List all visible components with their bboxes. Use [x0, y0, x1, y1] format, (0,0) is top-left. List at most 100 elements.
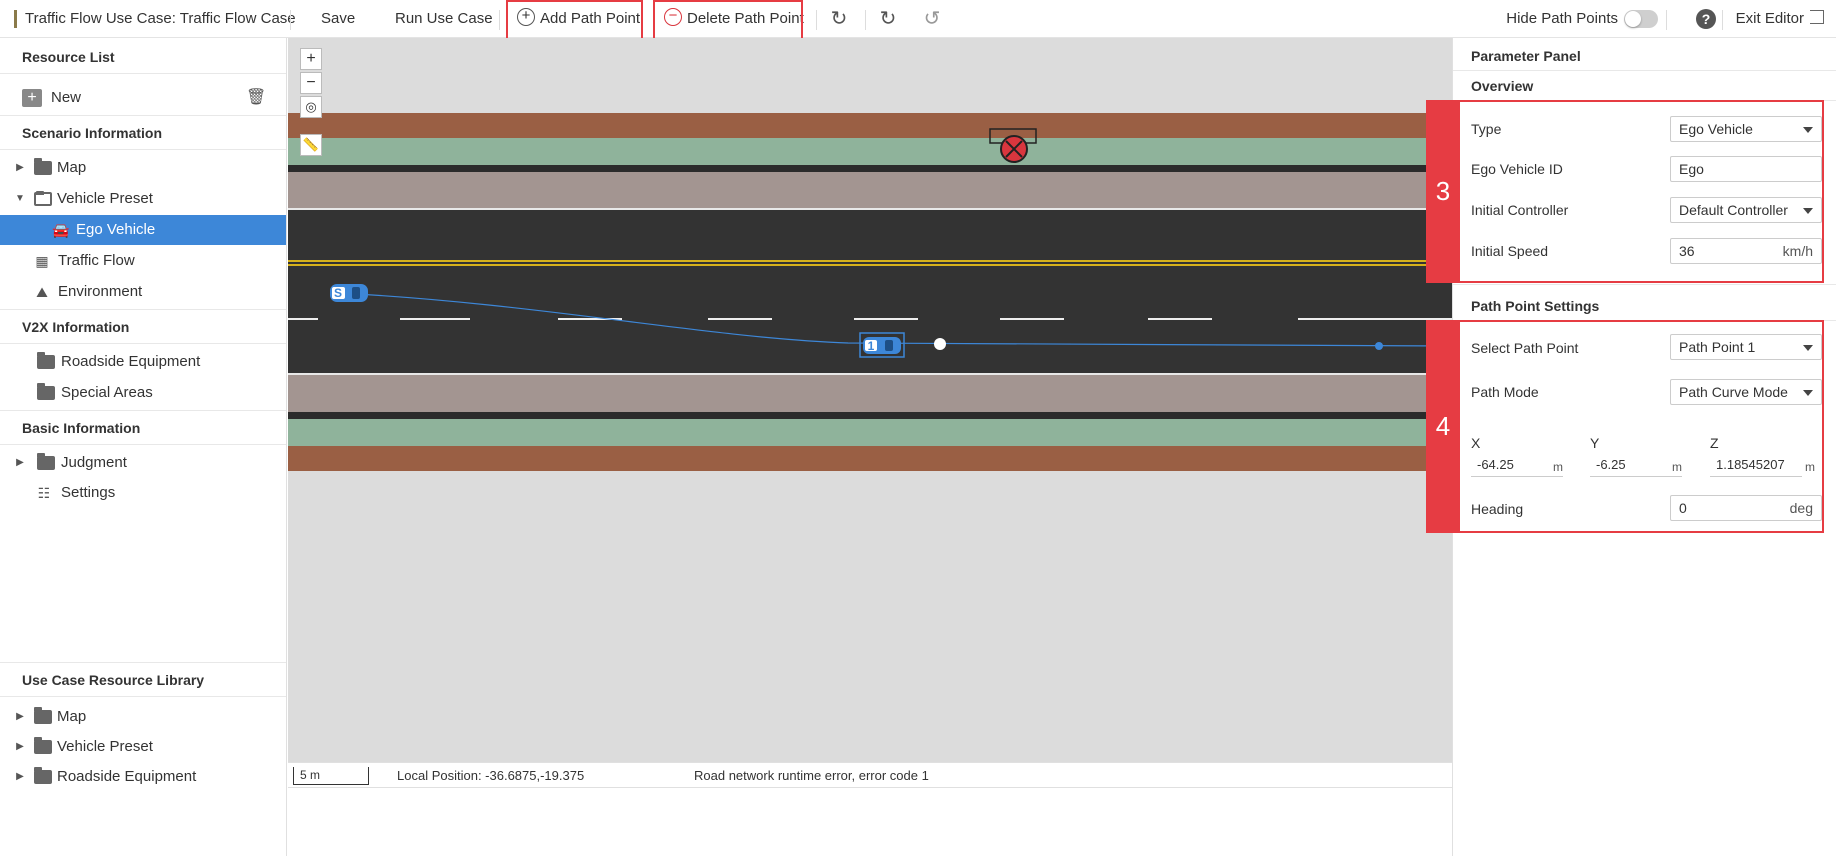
tree-item-environment[interactable]: ⛰ Environment	[0, 277, 286, 307]
hide-path-points-toggle[interactable]	[1624, 10, 1658, 28]
tree-item-lib-roadside[interactable]: ▶ Roadside Equipment	[0, 762, 286, 792]
tree-item-lib-map[interactable]: ▶ Map	[0, 702, 286, 732]
help-icon[interactable]: ?	[1696, 9, 1716, 29]
path-point-1-label: 1	[868, 339, 875, 353]
zoom-in-button[interactable]: +	[300, 48, 322, 70]
tree-item-settings[interactable]: ☷ Settings	[0, 478, 286, 508]
y-label: Y	[1590, 435, 1600, 451]
undo-icon[interactable]: ↺	[921, 8, 943, 30]
divider	[1666, 10, 1667, 30]
scenario-info-header: Scenario Information	[0, 116, 286, 150]
road-scene: S 1	[288, 113, 1452, 471]
add-path-point-button[interactable]: + Add Path Point	[517, 0, 640, 38]
tree-item-lib-vehicle-preset[interactable]: ▶ Vehicle Preset	[0, 732, 286, 762]
environment-icon: ⛰	[36, 284, 48, 300]
divider	[1453, 320, 1836, 321]
z-unit: m	[1805, 460, 1815, 474]
tree-item-label: Traffic Flow	[58, 252, 135, 269]
add-icon[interactable]: +	[22, 89, 42, 107]
controller-label: Initial Controller	[1471, 202, 1569, 218]
x-field[interactable]: -64.25	[1471, 453, 1563, 477]
tree-item-label: Special Areas	[61, 384, 153, 401]
controller-select[interactable]: Default Controller	[1670, 197, 1822, 223]
speed-label: Initial Speed	[1471, 243, 1549, 259]
tree-item-label: Judgment	[61, 454, 127, 471]
caret-right-icon[interactable]: ▶	[15, 732, 25, 762]
sidewalk	[288, 375, 1452, 412]
speed-unit: km/h	[1782, 243, 1813, 259]
tree-item-label: Ego Vehicle	[76, 221, 156, 238]
divider	[1722, 10, 1723, 30]
curb	[288, 412, 1452, 419]
divider	[816, 10, 817, 30]
tree-item-label: Roadside Equipment	[61, 353, 201, 370]
parameter-panel-title: Parameter Panel	[1471, 48, 1581, 64]
tree-item-traffic-flow[interactable]: ▦ Traffic Flow	[0, 246, 286, 276]
tree-item-roadside-equipment[interactable]: Roadside Equipment	[0, 347, 286, 377]
type-select[interactable]: Ego Vehicle	[1670, 116, 1822, 142]
dirt-strip	[288, 446, 1452, 471]
tree-item-vehicle-preset[interactable]: ▼ Vehicle Preset	[0, 184, 286, 214]
plus-circle-icon: +	[517, 8, 535, 27]
resource-list-header: Resource List	[0, 40, 286, 74]
speed-value: 36	[1679, 243, 1695, 259]
recenter-icon[interactable]: ◎	[300, 96, 322, 118]
zoom-out-button[interactable]: −	[300, 72, 322, 94]
y-unit: m	[1672, 460, 1682, 474]
basic-info-header: Basic Information	[0, 411, 286, 445]
ego-id-label: Ego Vehicle ID	[1471, 161, 1563, 177]
select-path-point-label: Select Path Point	[1471, 340, 1579, 356]
speed-field[interactable]: 36 km/h	[1670, 238, 1822, 264]
caret-right-icon[interactable]: ▶	[15, 153, 25, 183]
delete-path-point-label: Delete Path Point	[687, 10, 804, 27]
caret-right-icon[interactable]: ▶	[15, 702, 25, 732]
v2x-info-header: V2X Information	[0, 310, 286, 344]
local-position: Local Position: -36.6875,-19.375	[397, 768, 585, 783]
z-label: Z	[1710, 435, 1719, 451]
select-path-point[interactable]: Path Point 1	[1670, 334, 1822, 360]
heading-field[interactable]: 0 deg	[1670, 495, 1822, 521]
status-bar: 5 m Local Position: -36.6875,-19.375 Roa…	[288, 762, 1452, 788]
y-field[interactable]: -6.25	[1590, 453, 1682, 477]
trash-icon[interactable]: 🗑	[246, 89, 266, 107]
tree-item-map[interactable]: ▶ Map	[0, 153, 286, 183]
folder-icon	[34, 767, 52, 784]
new-button[interactable]: New	[51, 80, 81, 116]
library-header: Use Case Resource Library	[0, 663, 286, 697]
map-canvas[interactable]: S 1 + − ◎ 📏	[288, 38, 1452, 762]
ruler-icon[interactable]: 📏	[300, 134, 322, 156]
minus-circle-icon: −	[664, 8, 682, 27]
car-icon: 🚘	[52, 222, 70, 238]
run-use-case-button[interactable]: Run Use Case	[395, 0, 493, 38]
caret-right-icon[interactable]: ▶	[15, 448, 25, 478]
resource-panel: Resource List + New 🗑 Scenario Informati…	[0, 38, 287, 856]
caret-right-icon[interactable]: ▶	[15, 762, 25, 792]
reload-icon[interactable]: ↻	[828, 8, 850, 30]
path-mode-select[interactable]: Path Curve Mode	[1670, 379, 1822, 405]
annotation-number-3: 3	[1426, 100, 1460, 283]
tree-item-ego-vehicle[interactable]: 🚘 Ego Vehicle	[0, 215, 286, 245]
tree-item-label: Settings	[61, 484, 116, 501]
scale-bar: 5 m	[293, 767, 369, 785]
ego-id-field[interactable]: Ego	[1670, 156, 1822, 182]
folder-icon	[37, 383, 55, 400]
tree-item-label: Map	[57, 708, 87, 725]
add-path-point-label: Add Path Point	[540, 10, 641, 27]
caret-down-icon[interactable]: ▼	[15, 184, 25, 214]
tree-item-judgment[interactable]: ▶ Judgment	[0, 448, 286, 478]
tree-item-label: Environment	[58, 283, 143, 300]
redo-icon[interactable]: ↻	[877, 8, 899, 30]
exit-editor-button[interactable]: Exit Editor	[1736, 0, 1824, 38]
heading-unit: deg	[1789, 500, 1813, 516]
delete-path-point-button[interactable]: − Delete Path Point	[664, 0, 804, 38]
save-button[interactable]: Save	[321, 0, 355, 38]
z-field[interactable]: 1.18545207	[1710, 453, 1802, 477]
divider	[499, 10, 500, 30]
heading-value: 0	[1679, 500, 1687, 516]
sidewalk	[288, 172, 1452, 209]
tree-item-label: Roadside Equipment	[57, 768, 197, 785]
path-settings-header: Path Point Settings	[1471, 298, 1600, 314]
tree-item-special-areas[interactable]: Special Areas	[0, 378, 286, 408]
folder-icon	[37, 352, 55, 369]
new-row: + New 🗑	[0, 80, 286, 116]
